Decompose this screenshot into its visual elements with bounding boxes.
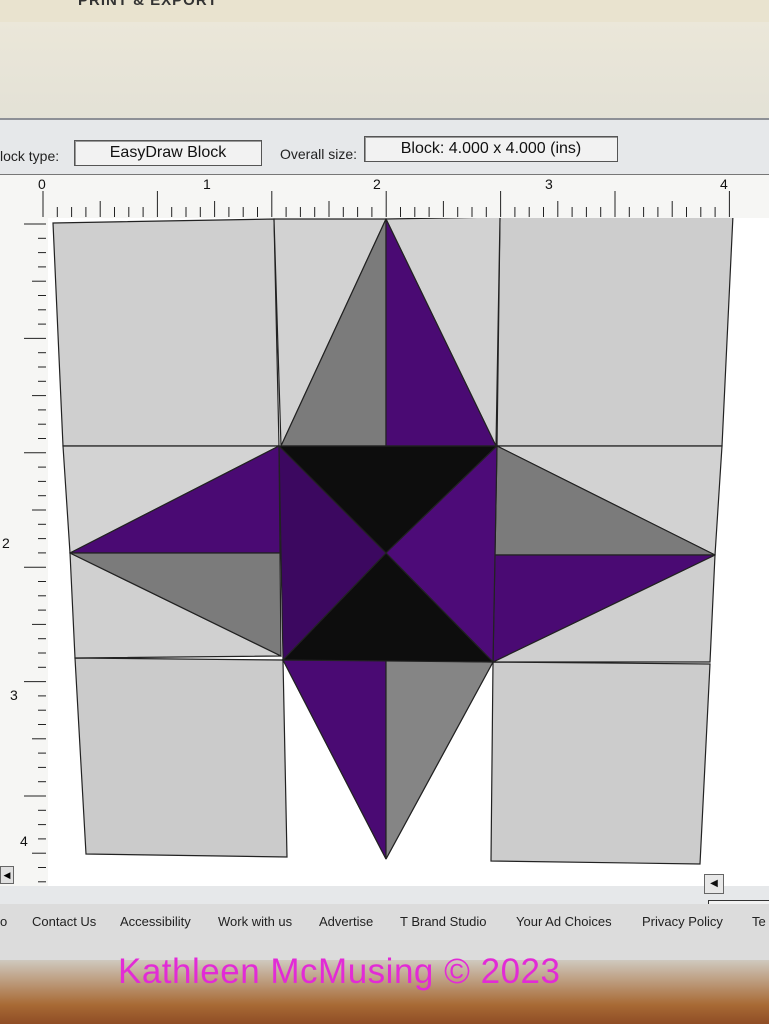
ruler-v-label-4: 4 xyxy=(20,833,28,849)
bottom-point-purple[interactable] xyxy=(282,659,387,860)
horizontal-ruler-ticks: 0 1 2 3 4 xyxy=(38,176,730,217)
quilt-editor-window: lock type: EasyDraw Block Overall size: … xyxy=(0,118,769,920)
corner-square-bottom-right[interactable] xyxy=(490,661,711,865)
horizontal-ruler: 0 1 2 3 4 xyxy=(0,174,769,220)
info-bar: lock type: EasyDraw Block Overall size: … xyxy=(0,130,769,170)
browser-top-area xyxy=(0,22,769,122)
block-type-field[interactable]: EasyDraw Block xyxy=(74,140,262,166)
footer-link-accessibility[interactable]: Accessibility xyxy=(120,914,191,929)
footer-link-advertise[interactable]: Advertise xyxy=(319,914,373,929)
footer-link-tbrand[interactable]: T Brand Studio xyxy=(400,914,486,929)
corner-square-top-left[interactable] xyxy=(52,218,280,447)
overall-size-label: Overall size: xyxy=(280,146,358,162)
ruler-v-label-2: 2 xyxy=(2,535,10,551)
footer-link-work[interactable]: Work with us xyxy=(218,914,292,929)
ruler-h-label-3: 3 xyxy=(545,176,553,192)
scroll-left-arrow[interactable]: ◀ xyxy=(0,866,14,884)
ruler-h-label-4: 4 xyxy=(720,176,728,192)
footer-link-privacy[interactable]: Privacy Policy xyxy=(642,914,723,929)
ruler-v-label-3: 3 xyxy=(10,687,18,703)
ruler-h-label-2: 2 xyxy=(373,176,381,192)
quilt-block-drawing[interactable] xyxy=(48,214,769,886)
print-export-menu[interactable]: PRINT & EXPORT xyxy=(78,0,218,9)
footer-link-ad-choices[interactable]: Your Ad Choices xyxy=(516,914,612,929)
corner-square-top-right[interactable] xyxy=(496,214,734,447)
ruler-h-label-0: 0 xyxy=(38,176,46,192)
vertical-ruler: 2 3 4 xyxy=(0,218,49,886)
footer-link-contact[interactable]: Contact Us xyxy=(32,914,96,929)
bottom-point-gray[interactable] xyxy=(385,659,494,860)
top-menu-strip: PRINT & EXPORT xyxy=(0,0,769,22)
corner-square-bottom-left[interactable] xyxy=(74,657,288,858)
overall-size-field[interactable]: Block: 4.000 x 4.000 (ins) xyxy=(364,136,618,162)
footer-link-terms-partial[interactable]: Te xyxy=(752,914,766,929)
watermark: Kathleen McMusing © 2023 xyxy=(118,952,561,991)
footer-link-partial[interactable]: o xyxy=(0,914,7,929)
block-canvas[interactable] xyxy=(48,214,769,886)
scroll-right-arrow-icon[interactable]: ◀ xyxy=(704,874,724,894)
ruler-h-label-1: 1 xyxy=(203,176,211,192)
block-type-label: lock type: xyxy=(0,148,60,164)
vertical-ruler-ticks: 2 3 4 xyxy=(2,223,46,883)
